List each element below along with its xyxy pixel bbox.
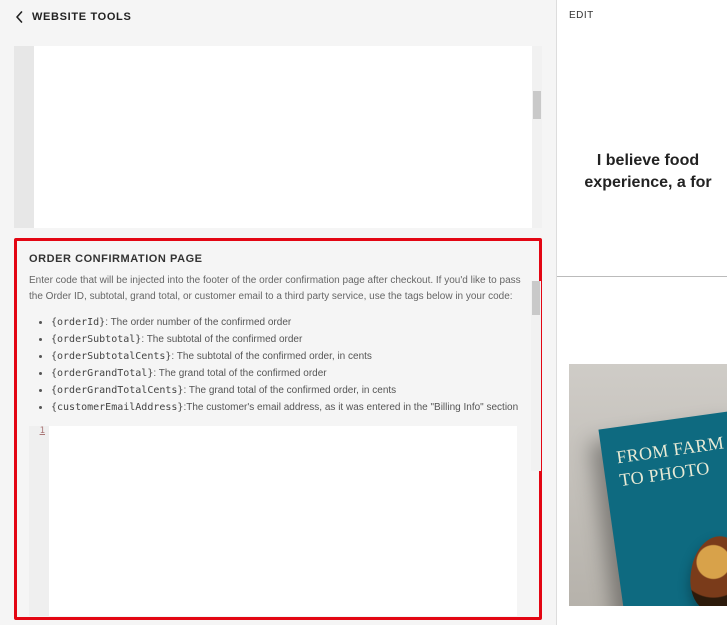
code-editor-upper [14,46,542,228]
line-number: 1 [29,426,49,436]
tag-code: {customerEmailAddress} [51,402,183,413]
site-preview-panel: EDIT I believe food experience, a for FR… [556,0,727,625]
code-gutter-upper [14,46,34,228]
code-editor-order-confirmation: 1 [29,426,527,616]
preview-divider [557,276,727,277]
preview-heading-line1: I believe food [569,150,727,172]
preview-hero-image: FROM FARM TO PHOTO [569,364,727,606]
tag-item: {orderGrandTotal}: The grand total of th… [51,365,527,382]
tag-code: {orderSubtotalCents} [51,351,171,362]
scrollbar-upper[interactable] [532,46,542,228]
scrollbar-thumb-lower[interactable] [532,281,540,315]
tag-desc: :The customer's email address, as it was… [183,402,518,413]
app-root: WEBSITE TOOLS ORDER CONFIRMATION PAGE En… [0,0,727,625]
tag-desc: : The subtotal of the confirmed order, i… [171,351,371,362]
panel-scroll-area: ORDER CONFIRMATION PAGE Enter code that … [0,36,556,625]
tag-desc: : The grand total of the confirmed order… [183,385,396,396]
preview-heading-line2: experience, a for [569,172,727,194]
tag-code: {orderSubtotal} [51,334,141,345]
code-textarea-order-confirmation[interactable] [49,426,517,616]
tag-item: {orderSubtotal}: The subtotal of the con… [51,331,527,348]
tag-desc: : The grand total of the confirmed order [153,368,326,379]
scrollbar-thumb-upper[interactable] [533,91,541,119]
tag-desc: : The subtotal of the confirmed order [141,334,302,345]
section-title: ORDER CONFIRMATION PAGE [29,253,527,265]
tag-item: {orderId}: The order number of the confi… [51,314,527,331]
code-gutter-lower: 1 [29,426,49,616]
tag-item: {orderGrandTotalCents}: The grand total … [51,382,527,399]
panel-header: WEBSITE TOOLS [0,0,556,34]
section-description: Enter code that will be injected into th… [29,273,527,304]
tag-code: {orderId} [51,317,105,328]
order-confirmation-section: ORDER CONFIRMATION PAGE Enter code that … [14,238,542,620]
tag-code: {orderGrandTotal} [51,368,153,379]
panel-title: WEBSITE TOOLS [32,11,131,23]
tag-item: {orderSubtotalCents}: The subtotal of th… [51,348,527,365]
edit-button[interactable]: EDIT [557,0,727,31]
scrollbar-lower[interactable] [531,281,541,471]
back-chevron-icon[interactable] [12,10,26,24]
tag-code: {orderGrandTotalCents} [51,385,183,396]
preview-heading-area: I believe food experience, a for [557,150,727,193]
code-textarea-upper[interactable] [34,46,532,228]
tag-item: {customerEmailAddress}:The customer's em… [51,399,527,416]
tag-list: {orderId}: The order number of the confi… [29,314,527,416]
settings-panel: WEBSITE TOOLS ORDER CONFIRMATION PAGE En… [0,0,556,625]
tag-desc: : The order number of the confirmed orde… [105,317,291,328]
